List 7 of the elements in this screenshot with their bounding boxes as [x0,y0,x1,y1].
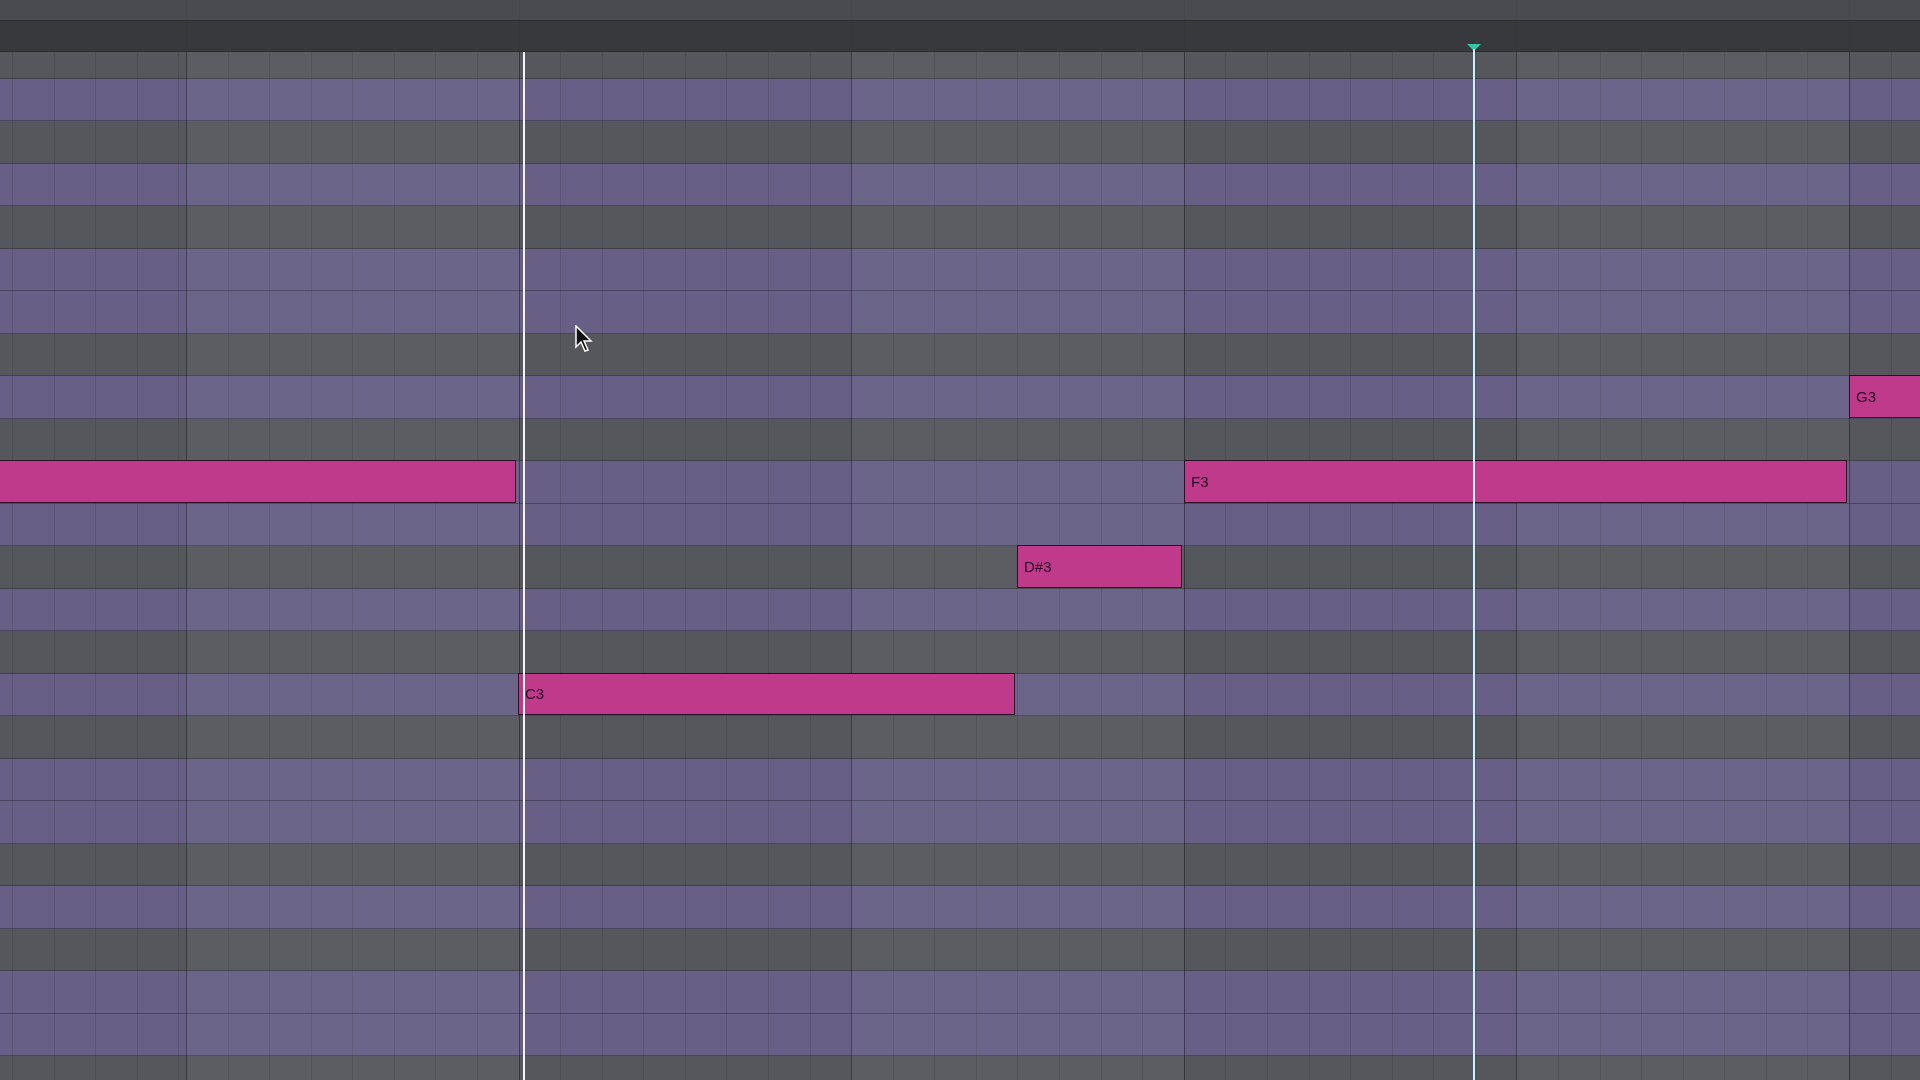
midi-note[interactable]: C3 [518,672,1015,715]
playhead-marker[interactable] [1467,44,1481,1080]
midi-note[interactable] [0,460,516,503]
mouse-pointer-icon [575,325,595,353]
midi-note[interactable]: F3 [1184,460,1847,503]
midi-note[interactable]: D#3 [1017,545,1182,588]
midi-note[interactable]: G3 [1849,375,1920,418]
